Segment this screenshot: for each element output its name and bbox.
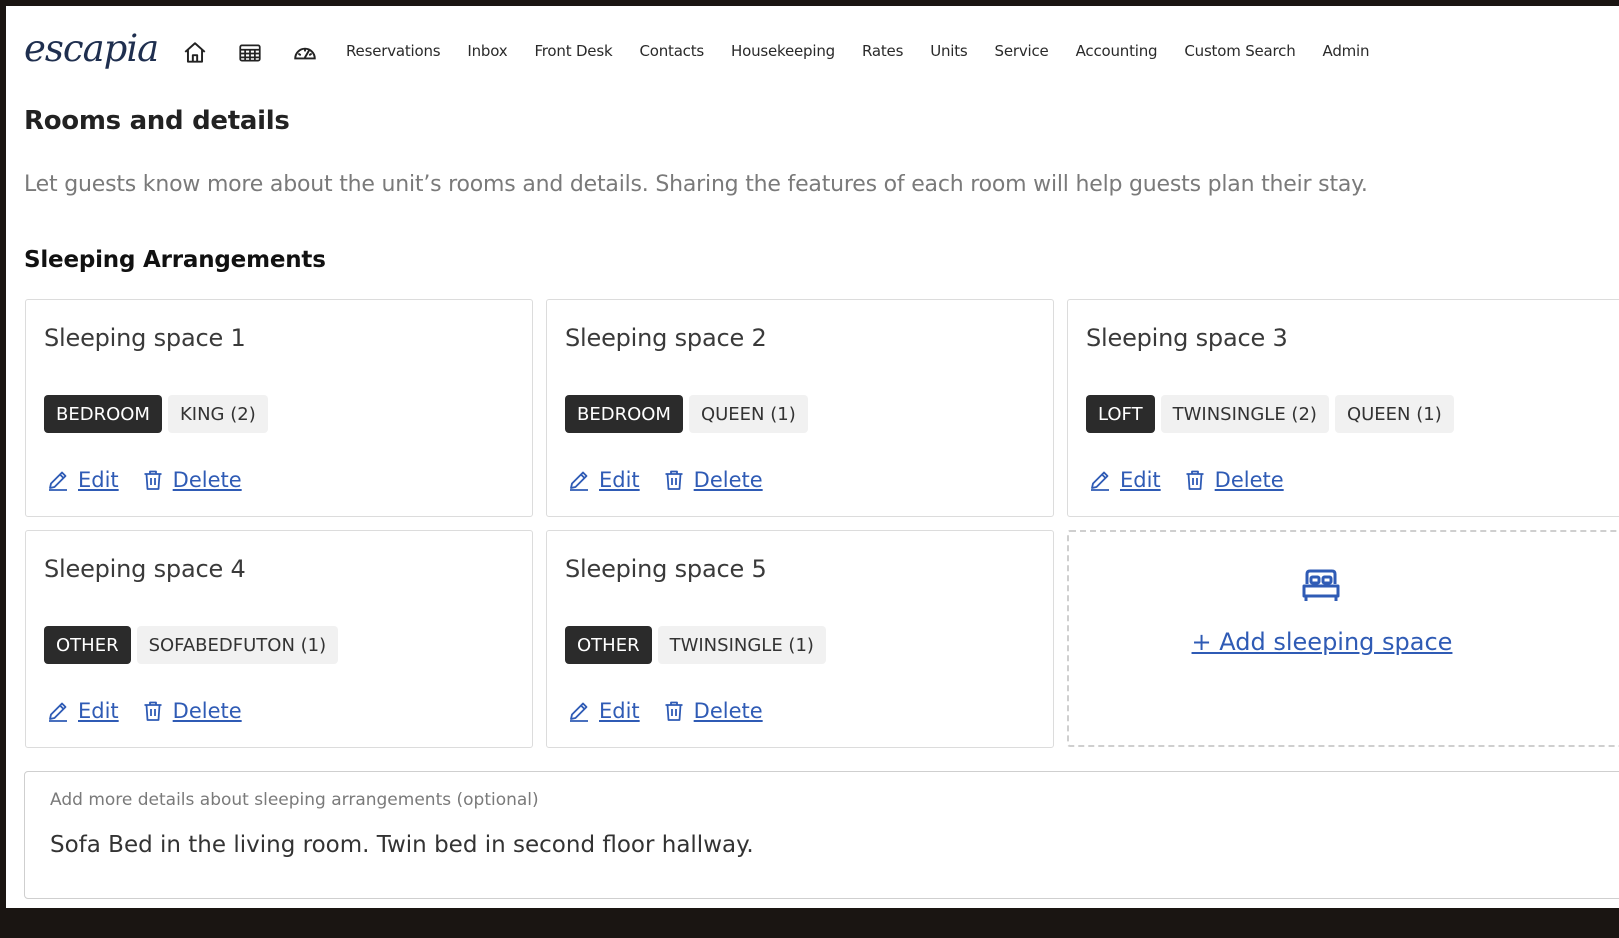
trash-icon <box>665 470 683 490</box>
trash-icon <box>144 701 162 721</box>
delete-button[interactable]: Delete <box>662 468 763 492</box>
bed-chip: TWINSINGLE (1) <box>657 626 826 664</box>
pencil-icon <box>49 702 67 722</box>
sleeping-space-card: Sleeping space 5 OTHER TWINSINGLE (1) Ed… <box>546 530 1054 748</box>
sleeping-details-field[interactable]: Add more details about sleeping arrangem… <box>24 771 1619 899</box>
delete-button[interactable]: Delete <box>141 699 242 723</box>
nav-inbox[interactable]: Inbox <box>467 42 507 60</box>
add-sleeping-space-link[interactable]: + Add sleeping space <box>1069 628 1575 656</box>
sleeping-details-input[interactable]: Sofa Bed in the living room. Twin bed in… <box>50 832 1150 858</box>
edit-label: Edit <box>599 468 640 492</box>
trash-icon <box>665 701 683 721</box>
delete-label: Delete <box>693 699 763 723</box>
sleeping-space-title: Sleeping space 3 <box>1086 324 1288 352</box>
room-type-chip: LOFT <box>1086 395 1155 433</box>
delete-label: Delete <box>1214 468 1284 492</box>
page-description: Let guests know more about the unit’s ro… <box>24 172 1368 197</box>
edit-label: Edit <box>78 468 119 492</box>
page-title: Rooms and details <box>24 106 290 136</box>
bed-chip: KING (2) <box>167 395 268 433</box>
dashboard-gauge-icon[interactable] <box>290 38 320 68</box>
sleeping-space-title: Sleeping space 2 <box>565 324 767 352</box>
main-menu: Reservations Inbox Front Desk Contacts H… <box>346 42 1396 60</box>
sleeping-space-title: Sleeping space 4 <box>44 555 246 583</box>
section-title-sleeping-arrangements: Sleeping Arrangements <box>24 247 326 273</box>
bed-chip: TWINSINGLE (2) <box>1160 395 1329 433</box>
pencil-icon <box>570 702 588 722</box>
card-actions: Edit Delete <box>567 699 785 723</box>
bed-chip: SOFABEDFUTON (1) <box>136 626 339 664</box>
delete-button[interactable]: Delete <box>662 699 763 723</box>
delete-button[interactable]: Delete <box>141 468 242 492</box>
nav-admin[interactable]: Admin <box>1323 42 1370 60</box>
pencil-icon <box>1091 471 1109 491</box>
edit-button[interactable]: Edit <box>567 468 640 492</box>
chip-group: BEDROOM QUEEN (1) <box>565 395 808 433</box>
nav-custom-search[interactable]: Custom Search <box>1184 42 1295 60</box>
chip-group: LOFT TWINSINGLE (2) QUEEN (1) <box>1086 395 1454 433</box>
sleeping-space-card: Sleeping space 3 LOFT TWINSINGLE (2) QUE… <box>1067 299 1619 517</box>
card-actions: Edit Delete <box>46 468 264 492</box>
nav-housekeeping[interactable]: Housekeeping <box>731 42 835 60</box>
home-icon[interactable] <box>180 38 210 68</box>
sleeping-space-card: Sleeping space 2 BEDROOM QUEEN (1) Edit … <box>546 299 1054 517</box>
pencil-icon <box>570 471 588 491</box>
chip-group: OTHER TWINSINGLE (1) <box>565 626 826 664</box>
chip-group: OTHER SOFABEDFUTON (1) <box>44 626 339 664</box>
nav-rates[interactable]: Rates <box>862 42 903 60</box>
room-type-chip: OTHER <box>44 626 131 664</box>
card-actions: Edit Delete <box>567 468 785 492</box>
room-type-chip: OTHER <box>565 626 652 664</box>
delete-label: Delete <box>172 468 242 492</box>
edit-label: Edit <box>78 699 119 723</box>
bed-chip: QUEEN (1) <box>1334 395 1454 433</box>
sleeping-space-card: Sleeping space 1 BEDROOM KING (2) Edit D… <box>25 299 533 517</box>
sleeping-space-card: Sleeping space 4 OTHER SOFABEDFUTON (1) … <box>25 530 533 748</box>
top-navigation: escapia Reservations Inbox Front Desk Co… <box>6 6 1619 96</box>
card-actions: Edit Delete <box>46 699 264 723</box>
calendar-grid-icon[interactable] <box>235 38 265 68</box>
edit-label: Edit <box>1120 468 1161 492</box>
edit-button[interactable]: Edit <box>567 699 640 723</box>
edit-label: Edit <box>599 699 640 723</box>
nav-service[interactable]: Service <box>995 42 1049 60</box>
edit-button[interactable]: Edit <box>46 468 119 492</box>
sleeping-details-label: Add more details about sleeping arrangem… <box>50 790 539 810</box>
pencil-icon <box>49 471 67 491</box>
delete-button[interactable]: Delete <box>1183 468 1284 492</box>
nav-accounting[interactable]: Accounting <box>1076 42 1158 60</box>
add-sleeping-space-card[interactable]: + Add sleeping space <box>1067 530 1619 747</box>
trash-icon <box>1186 470 1204 490</box>
sleeping-space-title: Sleeping space 1 <box>44 324 246 352</box>
app-window: escapia Reservations Inbox Front Desk Co… <box>6 6 1619 908</box>
nav-units[interactable]: Units <box>930 42 968 60</box>
room-type-chip: BEDROOM <box>565 395 683 433</box>
escapia-logo[interactable]: escapia <box>24 30 159 67</box>
nav-contacts[interactable]: Contacts <box>639 42 704 60</box>
nav-reservations[interactable]: Reservations <box>346 42 441 60</box>
chip-group: BEDROOM KING (2) <box>44 395 268 433</box>
trash-icon <box>144 470 162 490</box>
nav-front-desk[interactable]: Front Desk <box>534 42 612 60</box>
edit-button[interactable]: Edit <box>46 699 119 723</box>
room-type-chip: BEDROOM <box>44 395 162 433</box>
bed-chip: QUEEN (1) <box>688 395 808 433</box>
sleeping-space-title: Sleeping space 5 <box>565 555 767 583</box>
edit-button[interactable]: Edit <box>1088 468 1161 492</box>
delete-label: Delete <box>172 699 242 723</box>
card-actions: Edit Delete <box>1088 468 1306 492</box>
bed-icon <box>1302 569 1340 601</box>
delete-label: Delete <box>693 468 763 492</box>
